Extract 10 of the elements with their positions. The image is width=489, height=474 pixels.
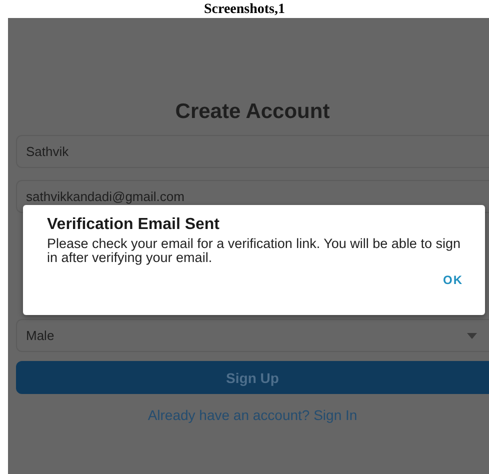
sign-in-link[interactable]: Already have an account? Sign In bbox=[148, 406, 358, 424]
ok-button[interactable]: OK bbox=[437, 271, 469, 289]
select-field[interactable]: Male bbox=[16, 319, 489, 352]
caption: Screenshots,1 bbox=[202, 1, 286, 18]
caret-icon bbox=[467, 332, 477, 338]
input-field[interactable]: Sathvik bbox=[16, 135, 489, 168]
sign-up-button[interactable]: Sign Up bbox=[16, 361, 489, 394]
page-title: Create Account bbox=[174, 99, 331, 125]
dialog-message: Please check your email for a verification link. You will be able to sign in after verifying your email. bbox=[47, 237, 462, 265]
dialog-title: Verification Email Sent bbox=[47, 215, 220, 234]
